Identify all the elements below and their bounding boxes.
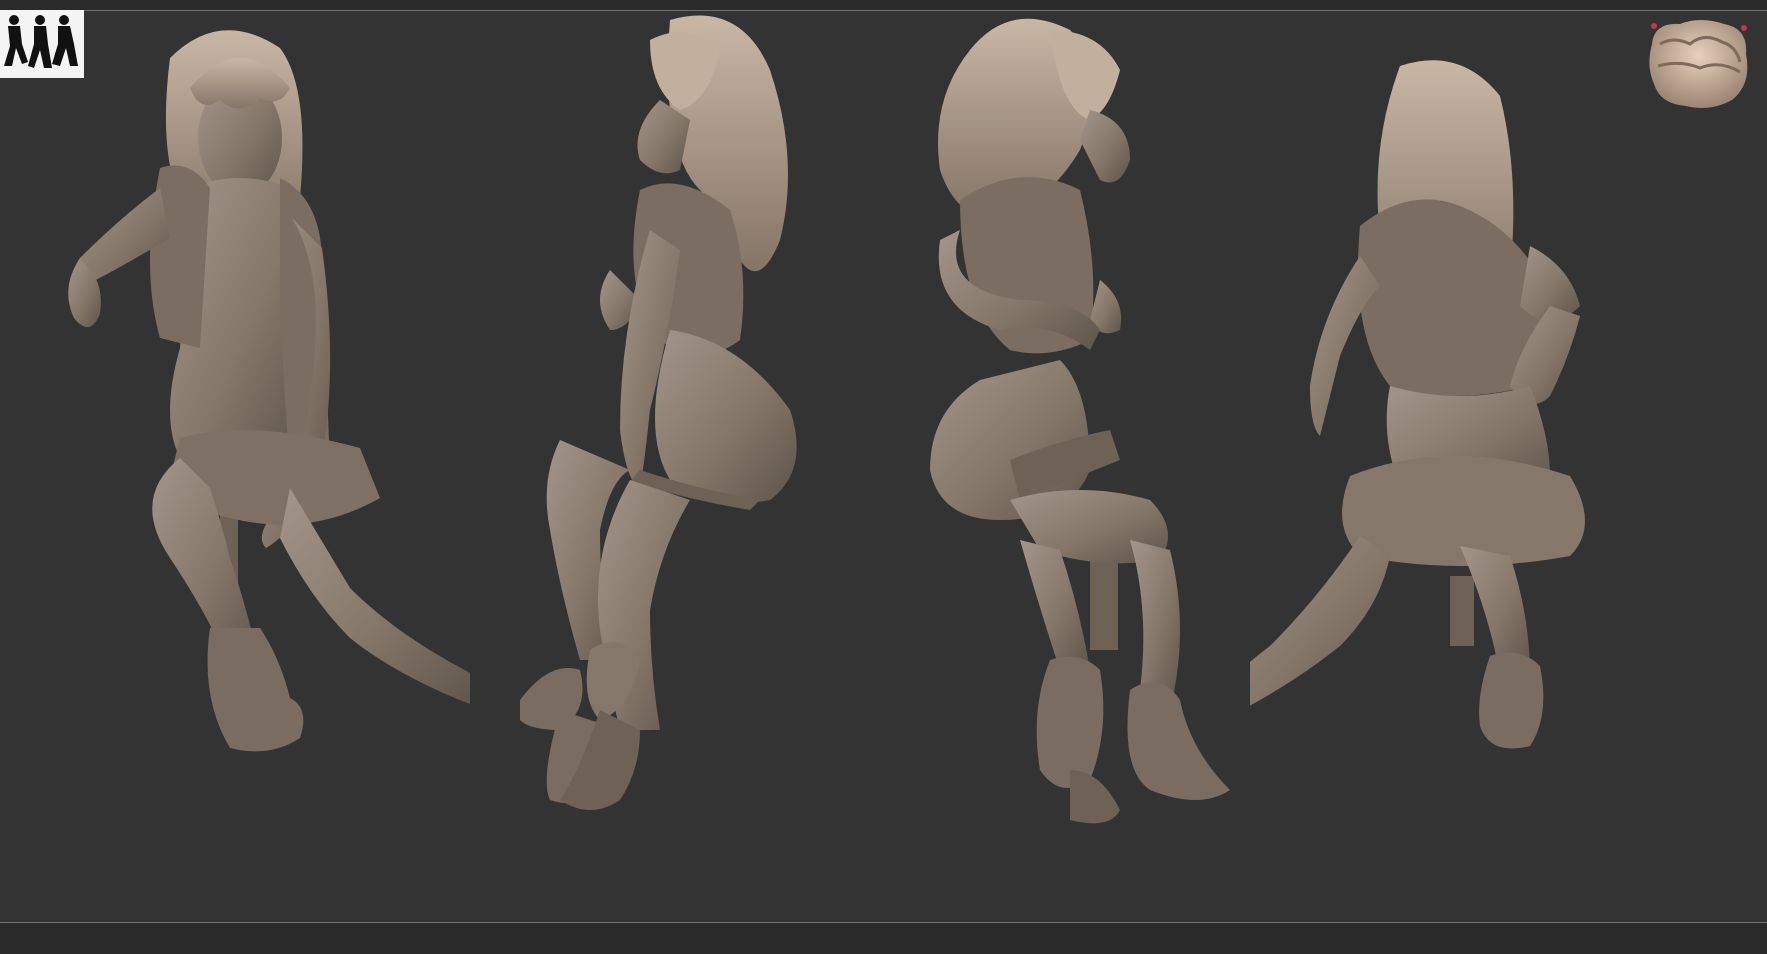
- left-side-view[interactable]: [900, 10, 1300, 910]
- back-view[interactable]: [1250, 56, 1710, 856]
- viewport-bottom-edge: [0, 922, 1767, 954]
- zbrush-viewport[interactable]: [0, 0, 1767, 954]
- right-side-view[interactable]: [520, 10, 920, 910]
- front-view[interactable]: [60, 18, 470, 848]
